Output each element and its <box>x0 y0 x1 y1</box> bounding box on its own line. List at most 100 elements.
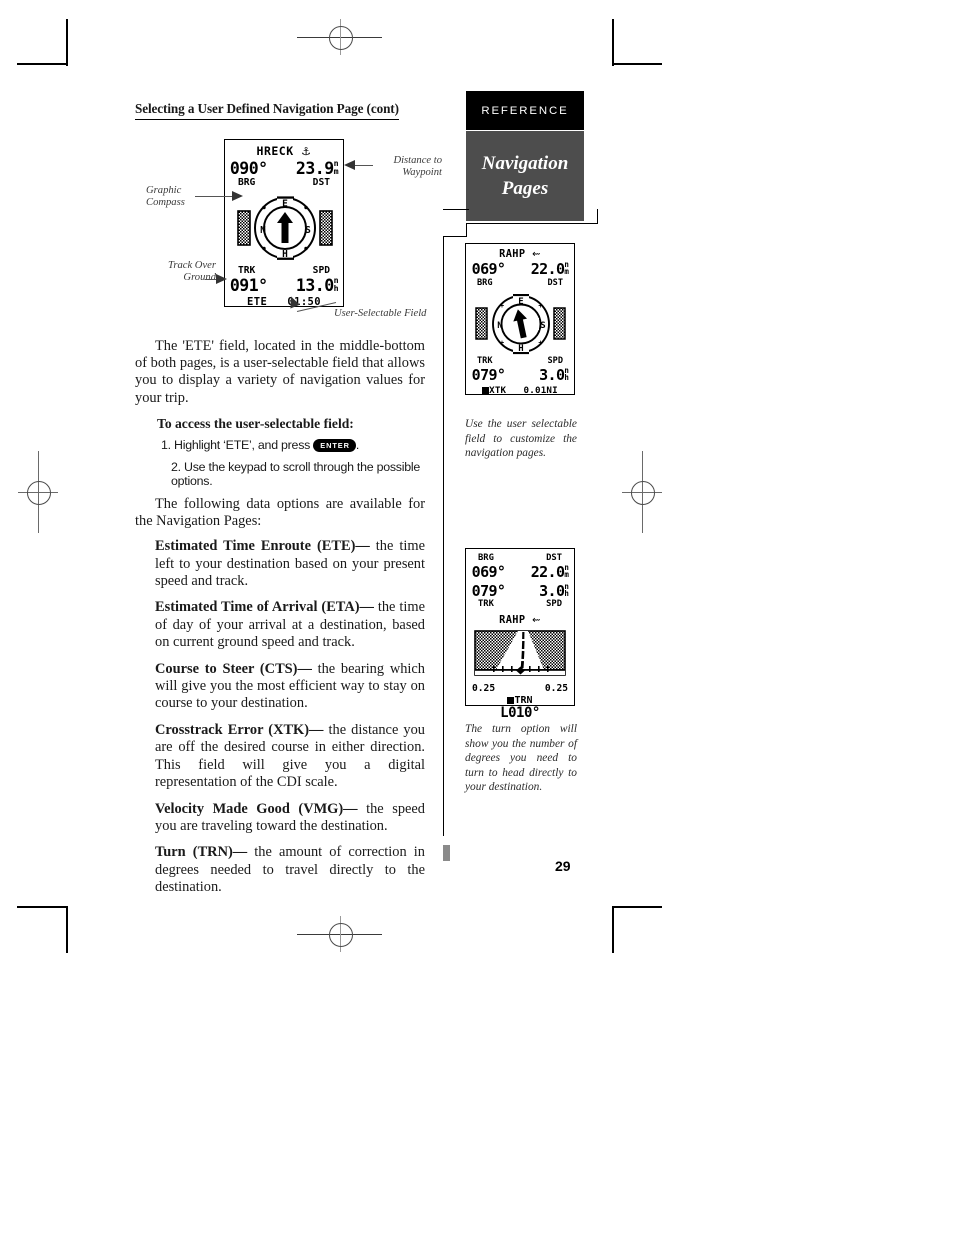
intro-paragraph: The 'ETE' field, located in the middle-b… <box>135 338 425 406</box>
spd-label: SPD <box>546 599 562 609</box>
callout-distance-l2: Waypoint <box>402 167 442 179</box>
waypoint-name: RAHP <box>499 614 526 626</box>
callout-user-selectable-field: User-Selectable Field <box>334 308 454 320</box>
step-1-period: . <box>355 437 360 452</box>
sidebar-rule-right-vert <box>597 209 599 224</box>
definition-item: Course to Steer (CTS)— the bearing which… <box>155 661 425 713</box>
user-selectable-field-value: L010° <box>500 705 540 721</box>
dst-label: DST <box>547 278 563 288</box>
svg-text:+: + <box>500 339 504 347</box>
brg-label: BRG <box>477 278 493 288</box>
svg-text:S: S <box>540 321 545 331</box>
user-selectable-field[interactable]: XTK 0.01NI <box>466 385 574 396</box>
highway-cdi-svg <box>474 630 566 676</box>
brg-label: BRG <box>238 177 256 188</box>
track-value: 091° <box>229 276 268 295</box>
sidebar-rule-left-vert <box>466 223 468 237</box>
dst-label: DST <box>546 553 562 563</box>
crop-mark-bottom-left-v <box>66 906 68 953</box>
registration-mark-top <box>297 19 382 55</box>
page-title: Selecting a User Defined Navigation Page… <box>135 101 399 120</box>
bearing-value: 090° <box>229 159 268 178</box>
callout-track-over-ground-l2: Ground <box>183 272 216 284</box>
speed-value: 3.0 <box>539 366 565 384</box>
definition-item: Estimated Time Enroute (ETE)— the time l… <box>155 538 425 590</box>
brg-dst-labels: BRG DST <box>466 553 574 563</box>
crop-mark-top-right-h <box>612 63 662 65</box>
bearing-pointer-arrow <box>513 309 528 339</box>
sidebar-page-marker <box>443 845 450 861</box>
definition-term: Turn (TRN)— <box>155 844 248 861</box>
speed-unit: nh <box>564 365 569 383</box>
waypoint-name: RAHP <box>499 248 526 260</box>
caption-side-2: The turn option will show you the number… <box>465 723 577 794</box>
arrow-track-over-ground <box>216 274 227 284</box>
anchor-icon: ⚓ <box>301 145 312 158</box>
definition-item: Turn (TRN)— the amount of correction in … <box>155 844 425 896</box>
enter-key-icon[interactable]: ENTER <box>313 438 356 452</box>
boat-ramp-icon: ⇜ <box>532 615 541 626</box>
gps-screen-compass-page: HRECK ⚓ 090° 23.9n m BRG DST E H N S TRK… <box>224 139 344 308</box>
callout-graphic-compass-l2: Compass <box>146 197 185 209</box>
track-value: 079° <box>471 366 506 384</box>
tab-reference[interactable]: REFERENCE <box>466 91 584 130</box>
svg-text:+: + <box>538 302 542 310</box>
step-2: 2. Use the keypad to scroll through the … <box>171 459 421 488</box>
data-options-list: Estimated Time Enroute (ETE)— the time l… <box>135 538 425 896</box>
waypoint-name-row: RAHP ⇜ <box>466 248 574 260</box>
crop-mark-bottom-left-h <box>17 906 67 908</box>
speed-value: 3.0 <box>539 582 565 600</box>
user-field-value: 0.01NI <box>523 385 558 396</box>
svg-text:H: H <box>282 249 288 260</box>
svg-text:S: S <box>305 225 311 236</box>
brg-dst-labels: BRG DST <box>466 278 574 288</box>
compass-rose-svg: E H N S <box>237 194 333 263</box>
definition-item: Velocity Made Good (VMG)— the speed you … <box>155 801 425 836</box>
crop-mark-top-left-v <box>66 19 68 66</box>
waypoint-name-row: RAHP ⇜ <box>466 614 574 626</box>
bearing-value: 069° <box>471 260 506 278</box>
bearing-pointer-arrow <box>277 212 293 243</box>
waypoint-name-row: HRECK ⚓ <box>225 144 343 158</box>
definition-term: Course to Steer (CTS)— <box>155 660 312 677</box>
procedure-heading: To access the user-selectable field: <box>157 415 354 431</box>
distance-value: 22.0 <box>530 563 565 581</box>
crop-mark-bottom-right-v <box>612 906 614 953</box>
user-field-label: XTK <box>489 385 507 396</box>
distance-value: 22.0 <box>530 260 565 278</box>
callout-graphic-compass-l1: Graphic <box>146 185 182 196</box>
manual-page: Selecting a User Defined Navigation Page… <box>0 0 954 1235</box>
definition-item: Crosstrack Error (XTK)— the distance you… <box>155 722 425 792</box>
distance-unit: nm <box>564 259 569 277</box>
main-text-column: Selecting a User Defined Navigation Page… <box>135 100 425 120</box>
svg-text:N: N <box>497 321 502 331</box>
crop-mark-top-right-v <box>612 19 614 66</box>
tab-navigation-line1: Navigation <box>481 153 569 174</box>
svg-text:N: N <box>260 225 266 236</box>
leader-graphic-compass <box>195 196 237 197</box>
crop-mark-bottom-right-h <box>612 906 662 908</box>
speed-unit: nh <box>564 581 569 599</box>
tab-navigation-line2: Pages <box>501 178 549 199</box>
sidebar-vertical-divider <box>443 236 445 836</box>
definition-term: Crosstrack Error (XTK)— <box>155 721 324 738</box>
definition-item: Estimated Time of Arrival (ETA)— the tim… <box>155 599 425 651</box>
boat-ramp-icon: ⇜ <box>532 249 541 260</box>
svg-text:E: E <box>282 199 288 210</box>
track-speed-row: 079° 3.0n h <box>466 582 574 600</box>
registration-mark-left <box>18 451 58 533</box>
callout-distance-l1: Distance to <box>393 155 442 166</box>
tab-navigation-pages[interactable]: Navigation Pages <box>466 131 584 221</box>
trk-label: TRK <box>478 599 494 609</box>
distance-unit: nm <box>564 562 569 580</box>
crop-mark-top-left-h <box>17 63 67 65</box>
svg-text:E: E <box>518 297 523 307</box>
graphic-compass: + + + + E H N S <box>466 288 574 360</box>
user-selectable-field[interactable]: ETE 01:50 <box>225 296 343 308</box>
svg-text:H: H <box>518 344 523 354</box>
speed-unit: nh <box>333 274 339 293</box>
sidebar-rule-bottom <box>466 223 598 225</box>
track-value: 079° <box>471 582 506 600</box>
registration-mark-bottom <box>297 916 382 952</box>
gps-screen-compass-xtk: RAHP ⇜ 069° 22.0n m BRG DST + + + + E H … <box>465 243 575 396</box>
